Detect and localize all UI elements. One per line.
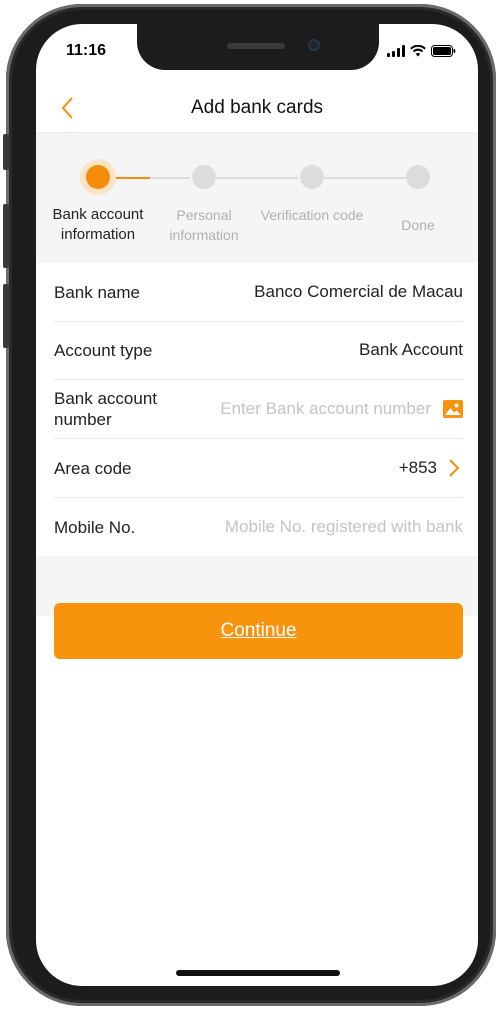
status-time: 11:16 <box>66 42 107 59</box>
step-4-indicator <box>406 165 430 189</box>
step-1-label: Bank account information <box>52 206 144 243</box>
step-1-indicator <box>86 165 110 189</box>
progress-stepper: Bank account information Personal inform… <box>36 133 478 263</box>
front-camera <box>308 39 320 51</box>
account-number-row: Bank account number <box>54 380 463 439</box>
step-connector <box>110 177 150 179</box>
bank-name-label: Bank name <box>54 282 140 302</box>
mute-switch <box>3 134 9 170</box>
bank-name-value: Banco Comercial de Macau <box>254 282 463 301</box>
volume-down-button <box>3 284 9 348</box>
step-2-indicator <box>192 165 216 189</box>
account-type-value: Bank Account <box>359 340 463 359</box>
navigation-bar: Add bank cards <box>36 84 478 133</box>
phone-screen: 11:16 Add bank cards Bank account inform… <box>36 24 478 986</box>
account-number-input[interactable] <box>181 394 431 424</box>
area-code-label: Area code <box>54 458 132 478</box>
area-code-row[interactable]: Area code +853 <box>54 439 463 498</box>
battery-icon <box>431 45 456 57</box>
step-3-indicator <box>300 165 324 189</box>
speaker-grille <box>227 43 285 49</box>
step-4-label: Done <box>401 217 435 233</box>
volume-up-button <box>3 204 9 268</box>
step-2-label: Personal information <box>169 207 239 243</box>
chevron-right-icon <box>447 458 461 483</box>
bank-name-row[interactable]: Bank name Banco Comercial de Macau <box>54 263 463 322</box>
step-connector <box>216 177 298 179</box>
page-title: Add bank cards <box>190 97 324 118</box>
account-number-label: Bank account number <box>54 389 158 429</box>
status-icons <box>387 43 456 57</box>
mobile-row: Mobile No. <box>54 498 463 556</box>
cellular-signal-icon <box>387 45 405 57</box>
wifi-icon <box>410 45 426 57</box>
account-type-row[interactable]: Account type Bank Account <box>54 321 463 380</box>
continue-button[interactable]: Continue <box>54 603 463 659</box>
step-3-label: Verification code <box>260 207 364 223</box>
step-connector <box>150 177 190 179</box>
step-connector <box>324 177 406 179</box>
area-code-value: +853 <box>398 458 437 477</box>
mobile-label: Mobile No. <box>54 517 136 537</box>
bank-card-form: Bank name Banco Comercial de Macau Accou… <box>36 263 478 556</box>
notch <box>137 24 379 70</box>
mobile-input[interactable] <box>183 512 463 542</box>
image-icon[interactable] <box>443 400 463 423</box>
account-type-label: Account type <box>54 340 153 360</box>
home-indicator <box>176 970 340 976</box>
